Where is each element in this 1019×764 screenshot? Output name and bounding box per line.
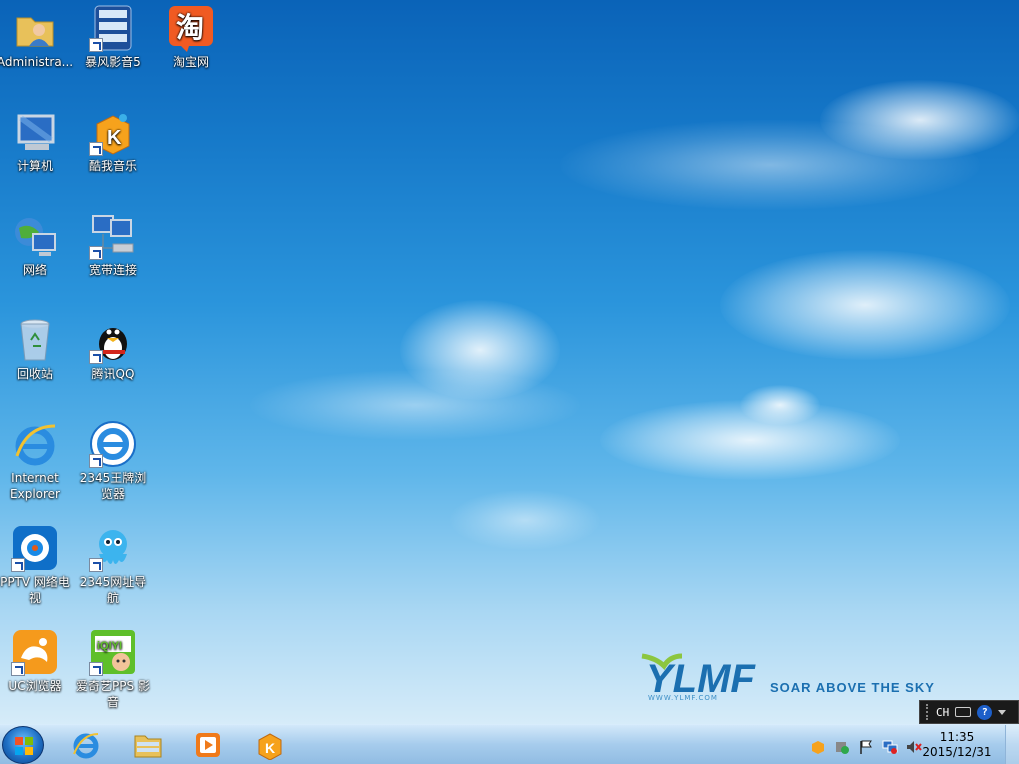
kuwo-icon: K: [258, 733, 282, 760]
clock-time: 11:35: [939, 730, 975, 744]
svg-text:K: K: [265, 740, 275, 756]
network-tray-icon[interactable]: [882, 739, 898, 755]
action-center-flag-icon[interactable]: [858, 739, 874, 755]
desktop-icon-baofeng[interactable]: 暴风影音5: [74, 4, 152, 70]
svg-text:淘: 淘: [176, 11, 204, 44]
desktop-icon-administrator[interactable]: Administra...: [0, 4, 74, 70]
icon-label: 网络: [22, 263, 47, 277]
icon-label: 宽带连接: [88, 263, 137, 277]
ie-icon: [73, 733, 99, 759]
shortcut-arrow-icon: [11, 558, 25, 572]
desktop-icon-computer[interactable]: 计算机: [0, 108, 74, 174]
desktop-icon-kuwo[interactable]: K 酷我音乐: [74, 108, 152, 174]
icon-label: UC浏览器: [8, 679, 62, 693]
shortcut-arrow-icon: [89, 350, 103, 364]
recycle-bin-icon: [20, 319, 50, 361]
desktop-icon-qq[interactable]: 腾讯QQ: [74, 316, 152, 382]
svg-text:K: K: [107, 127, 122, 149]
user-folder-icon: [16, 17, 54, 47]
security-tray-icon[interactable]: [834, 739, 850, 755]
icon-label: 淘宝网: [172, 55, 209, 69]
kuwo-tray-icon[interactable]: [810, 739, 826, 755]
media-player-icon: [196, 733, 220, 757]
desktop-icon-internet-explorer[interactable]: Internet Explorer: [0, 420, 74, 502]
shortcut-arrow-icon: [11, 662, 25, 676]
desktop-icon-pptv[interactable]: PPTV 网络电视: [0, 524, 74, 606]
keyboard-icon[interactable]: [955, 707, 972, 717]
icon-label: Administra...: [0, 55, 74, 69]
ie-icon: [15, 424, 56, 466]
taskbar-explorer-button[interactable]: [120, 727, 176, 763]
system-clock[interactable]: 11:35 2015/12/31: [917, 730, 997, 760]
icon-label: 2345王牌浏览器: [79, 471, 147, 501]
icon-label: 腾讯QQ: [91, 367, 135, 381]
icon-label: Internet Explorer: [10, 471, 60, 501]
desktop-icon-network[interactable]: 网络: [0, 212, 74, 278]
desktop-icon-2345-nav[interactable]: 2345网址导航: [74, 524, 152, 606]
desktop-icon-broadband[interactable]: 宽带连接: [74, 212, 152, 278]
icon-label: 爱奇艺PPS 影音: [76, 679, 150, 709]
desktop-icon-uc-browser[interactable]: UC浏览器: [0, 628, 74, 694]
logo-tagline: SOAR ABOVE THE SKY: [770, 680, 935, 695]
shortcut-arrow-icon: [89, 558, 103, 572]
clock-date: 2015/12/31: [922, 745, 992, 759]
icon-label: 回收站: [16, 367, 53, 381]
taskbar-ie-button[interactable]: [58, 727, 114, 763]
explorer-folder-icon: [134, 735, 162, 758]
desktop-icon-taobao[interactable]: 淘 淘宝网: [152, 4, 230, 70]
chevron-down-icon[interactable]: [998, 709, 1007, 715]
windows-logo-icon: [15, 737, 33, 755]
language-indicator[interactable]: CH: [936, 706, 949, 719]
icon-label: PPTV 网络电视: [0, 575, 70, 605]
shortcut-arrow-icon: [89, 246, 103, 260]
icon-label: 2345网址导航: [79, 575, 147, 605]
desktop-icon-iqiyi[interactable]: iQIYI 爱奇艺PPS 影音: [74, 628, 152, 710]
network-icon: [15, 218, 56, 256]
taobao-icon: 淘: [169, 6, 213, 52]
start-button[interactable]: [2, 726, 44, 764]
logo-url: WWW.YLMF.COM: [648, 694, 718, 702]
icon-label: 酷我音乐: [88, 159, 137, 173]
shortcut-arrow-icon: [89, 454, 103, 468]
svg-text:iQIYI: iQIYI: [97, 640, 122, 652]
desktop-icon-recycle-bin[interactable]: 回收站: [0, 316, 74, 382]
desktop-icon-2345-browser[interactable]: 2345王牌浏览器: [74, 420, 152, 502]
shortcut-arrow-icon: [89, 142, 103, 156]
icon-label: 暴风影音5: [85, 55, 141, 69]
computer-icon: [17, 114, 55, 150]
shortcut-arrow-icon: [89, 662, 103, 676]
icon-label: 计算机: [16, 159, 53, 173]
taskbar: K 11:35 2015/12/31: [0, 724, 1019, 764]
help-icon[interactable]: ?: [977, 704, 993, 720]
drag-handle-icon[interactable]: [926, 704, 930, 720]
taskbar-kuwo-button[interactable]: K: [242, 727, 298, 763]
shortcut-arrow-icon: [89, 38, 103, 52]
taskbar-media-button[interactable]: [180, 727, 236, 763]
show-desktop-button[interactable]: [1005, 725, 1019, 764]
language-bar[interactable]: CH ?: [919, 700, 1019, 724]
